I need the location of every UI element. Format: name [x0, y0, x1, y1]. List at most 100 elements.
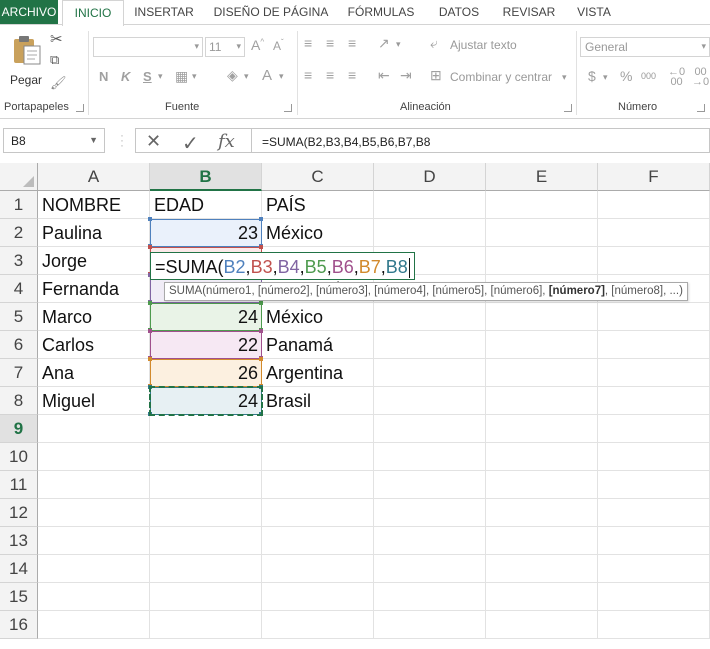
- cell[interactable]: [486, 191, 598, 219]
- cell[interactable]: [262, 499, 374, 527]
- row-header-14[interactable]: 14: [0, 555, 38, 583]
- cell[interactable]: [486, 471, 598, 499]
- cell-a2[interactable]: Paulina: [38, 219, 150, 247]
- row-header-2[interactable]: 2: [0, 219, 38, 247]
- tab-view[interactable]: VISTA: [570, 0, 618, 25]
- cell-a3[interactable]: Jorge: [38, 247, 150, 275]
- decrease-font-icon[interactable]: Aˇ: [273, 38, 284, 53]
- cell[interactable]: [374, 611, 486, 639]
- font-color-dropdown-icon[interactable]: ▾: [279, 71, 284, 82]
- cell-c2[interactable]: México: [262, 219, 374, 247]
- formula-input[interactable]: =SUMA(B2,B3,B4,B5,B6,B7,B8: [251, 128, 710, 153]
- underline-dropdown-icon[interactable]: ▾: [158, 71, 163, 82]
- cell[interactable]: [598, 191, 710, 219]
- row-header-4[interactable]: 4: [0, 275, 38, 303]
- row-header-7[interactable]: 7: [0, 359, 38, 387]
- cell[interactable]: [374, 387, 486, 415]
- cell[interactable]: [150, 555, 262, 583]
- cell[interactable]: [38, 611, 150, 639]
- tab-formulas[interactable]: FÓRMULAS: [342, 0, 420, 25]
- cell-a5[interactable]: Marco: [38, 303, 150, 331]
- cell[interactable]: [262, 415, 374, 443]
- tab-file[interactable]: ARCHIVO: [0, 0, 58, 25]
- cell[interactable]: [374, 331, 486, 359]
- cell[interactable]: [374, 555, 486, 583]
- cell[interactable]: [150, 443, 262, 471]
- cell[interactable]: [598, 247, 710, 275]
- row-header-3[interactable]: 3: [0, 247, 38, 275]
- cell[interactable]: [598, 303, 710, 331]
- function-tooltip[interactable]: SUMA(número1, [número2], [número3], [núm…: [164, 282, 688, 301]
- cell[interactable]: [598, 499, 710, 527]
- resize-handle[interactable]: [259, 245, 263, 249]
- cell[interactable]: [598, 555, 710, 583]
- orientation-icon[interactable]: ↗: [378, 35, 390, 52]
- cell[interactable]: [374, 527, 486, 555]
- cell-c6[interactable]: Panamá: [262, 331, 374, 359]
- font-size-dropdown[interactable]: 11 ▾: [205, 37, 245, 57]
- reference-highlight-b2[interactable]: [148, 217, 263, 248]
- cell[interactable]: [598, 387, 710, 415]
- font-name-dropdown[interactable]: ▾: [93, 37, 203, 57]
- row-header-12[interactable]: 12: [0, 499, 38, 527]
- clipboard-launcher-icon[interactable]: [76, 104, 84, 112]
- tab-data[interactable]: DATOS: [430, 0, 488, 25]
- cell-c5[interactable]: México: [262, 303, 374, 331]
- cell[interactable]: [598, 359, 710, 387]
- cell[interactable]: [262, 443, 374, 471]
- cell[interactable]: [150, 471, 262, 499]
- row-header-5[interactable]: 5: [0, 303, 38, 331]
- cell[interactable]: [150, 499, 262, 527]
- cell-a6[interactable]: Carlos: [38, 331, 150, 359]
- wrap-text-button[interactable]: Ajustar texto: [450, 38, 517, 52]
- cell[interactable]: [486, 443, 598, 471]
- cell[interactable]: [598, 219, 710, 247]
- orientation-dropdown-icon[interactable]: ▾: [396, 39, 401, 50]
- cell[interactable]: [486, 555, 598, 583]
- insert-function-icon[interactable]: fx: [218, 131, 235, 152]
- resize-handle[interactable]: [148, 357, 152, 361]
- cell[interactable]: [486, 527, 598, 555]
- cell[interactable]: [374, 583, 486, 611]
- tab-review[interactable]: REVISAR: [496, 0, 562, 25]
- cell-c8[interactable]: Brasil: [262, 387, 374, 415]
- cell[interactable]: [486, 611, 598, 639]
- tab-home[interactable]: INICIO: [62, 0, 124, 26]
- decrease-decimal-icon[interactable]: 00 →0: [692, 67, 709, 88]
- cell[interactable]: [486, 583, 598, 611]
- italic-button[interactable]: K: [121, 69, 130, 84]
- reference-highlight-b5[interactable]: [148, 301, 263, 332]
- cell-c1[interactable]: PAÍS: [262, 191, 374, 219]
- cell[interactable]: [486, 331, 598, 359]
- cell[interactable]: [150, 583, 262, 611]
- cell[interactable]: [262, 527, 374, 555]
- cell[interactable]: [598, 611, 710, 639]
- column-header-f[interactable]: F: [598, 163, 710, 191]
- cell[interactable]: [598, 527, 710, 555]
- align-top-icon[interactable]: ≡: [304, 35, 312, 51]
- cell[interactable]: [486, 415, 598, 443]
- cell[interactable]: [150, 415, 262, 443]
- number-launcher-icon[interactable]: [697, 104, 705, 112]
- percent-icon[interactable]: %: [620, 68, 632, 84]
- worksheet-grid[interactable]: ABCDEF 1 2 3 4 5 6 7 8 9 10 11 12 13 14 15 16 NOMBRE EDA…: [0, 163, 710, 649]
- currency-dropdown-icon[interactable]: ▾: [603, 72, 608, 83]
- cell[interactable]: [38, 415, 150, 443]
- row-header-8[interactable]: 8: [0, 387, 38, 415]
- fill-color-dropdown-icon[interactable]: ▾: [244, 71, 249, 82]
- align-left-icon[interactable]: ≡: [304, 67, 312, 83]
- cell[interactable]: [486, 219, 598, 247]
- cell[interactable]: [374, 359, 486, 387]
- row-header-16[interactable]: 16: [0, 611, 38, 639]
- format-painter-icon[interactable]: 🖌: [50, 75, 67, 91]
- row-header-1[interactable]: 1: [0, 191, 38, 219]
- merge-center-button[interactable]: Combinar y centrar: [450, 70, 552, 84]
- resize-handle[interactable]: [148, 329, 152, 333]
- align-bottom-icon[interactable]: ≡: [348, 35, 356, 51]
- cell[interactable]: [262, 583, 374, 611]
- cell[interactable]: [38, 499, 150, 527]
- wrap-text-icon[interactable]: ⤶: [430, 35, 438, 52]
- increase-decimal-icon[interactable]: ←0 00: [668, 67, 685, 88]
- cell[interactable]: [38, 555, 150, 583]
- cell[interactable]: [38, 527, 150, 555]
